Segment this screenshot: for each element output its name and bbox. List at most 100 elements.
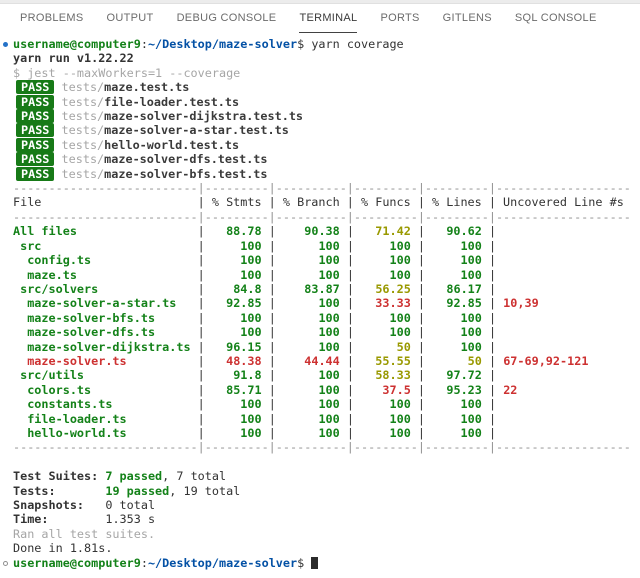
terminal-text: | <box>340 368 354 382</box>
terminal-text <box>276 368 319 382</box>
terminal-text: 100 <box>318 239 339 253</box>
tab-terminal[interactable]: TERMINAL <box>299 4 357 33</box>
terminal-text: hello-world.ts <box>13 426 127 440</box>
terminal-text <box>205 368 233 382</box>
terminal-text: 100 <box>318 383 339 397</box>
terminal-line: Ran all test suites. <box>13 527 640 541</box>
terminal-text: | <box>340 426 354 440</box>
terminal-text <box>276 224 304 238</box>
tab-problems[interactable]: PROBLEMS <box>20 4 84 33</box>
terminal-text: maze-solver-dijkstra.ts <box>13 340 191 354</box>
terminal-text: 100 <box>318 340 339 354</box>
terminal-text: | <box>482 397 496 411</box>
terminal-text: 100 <box>240 426 261 440</box>
terminal-text: File | % Stmts | % Branch | % Funcs | % … <box>13 195 631 209</box>
terminal-text: maze-solver-dfs.test.ts <box>104 152 267 166</box>
terminal-text: 37.5 <box>382 383 410 397</box>
terminal-text: 100 <box>318 311 339 325</box>
terminal-text <box>276 354 304 368</box>
terminal-text: 100 <box>389 325 410 339</box>
terminal-text <box>205 426 241 440</box>
terminal-text: 100 <box>240 239 261 253</box>
terminal-line: username@computer9:~/Desktop/maze-solver… <box>13 37 640 51</box>
terminal-text: 58.33 <box>375 368 411 382</box>
terminal-text: 96.15 <box>226 340 262 354</box>
terminal-text: 100 <box>318 253 339 267</box>
terminal-text: | <box>84 368 205 382</box>
pass-badge: PASS <box>16 109 54 123</box>
tab-sql-console[interactable]: SQL CONSOLE <box>515 4 597 33</box>
terminal-text: | <box>77 224 205 238</box>
terminal-text: --------------------------|---------|---… <box>13 181 631 195</box>
terminal-text: maze-solver-dijkstra.test.ts <box>104 109 303 123</box>
terminal-text: | <box>340 325 354 339</box>
terminal-text: 92.85 <box>446 296 482 310</box>
terminal-text: Tests: <box>13 484 105 498</box>
terminal-text: | <box>91 383 205 397</box>
terminal-line: Snapshots: 0 total <box>13 498 640 512</box>
terminal-text: | <box>411 296 425 310</box>
pass-badge: PASS <box>16 95 54 109</box>
terminal-text <box>54 109 61 123</box>
terminal-text: 100 <box>240 253 261 267</box>
terminal-text: src/solvers <box>13 282 98 296</box>
terminal-text: 100 <box>461 268 482 282</box>
table-header-row: File | % Stmts | % Branch | % Funcs | % … <box>13 195 640 209</box>
terminal-text: | <box>482 311 496 325</box>
terminal-text: | <box>411 325 425 339</box>
terminal-text: | <box>262 426 276 440</box>
terminal-text: | <box>77 268 205 282</box>
terminal-text: | <box>340 383 354 397</box>
terminal-text <box>205 268 241 282</box>
terminal-line: PASS tests/maze-solver-bfs.test.ts <box>13 167 640 181</box>
terminal-text: | <box>155 325 205 339</box>
terminal-text: 100 <box>318 426 339 440</box>
coverage-row: src/solvers | 84.8 | 83.87 | 56.25 | 86.… <box>13 282 640 296</box>
terminal-line: PASS tests/maze-solver-a-star.test.ts <box>13 123 640 137</box>
terminal-text: 85.71 <box>226 383 262 397</box>
terminal-text: Test Suites: <box>13 469 105 483</box>
coverage-row: maze-solver-bfs.ts | 100 | 100 | 100 | 1… <box>13 311 640 325</box>
tab-ports[interactable]: PORTS <box>380 4 419 33</box>
terminal-text: 1.353 s <box>105 512 155 526</box>
terminal-text: | <box>411 354 425 368</box>
terminal-text: : <box>141 37 148 51</box>
terminal-text <box>425 397 461 411</box>
terminal-text <box>276 239 319 253</box>
tab-gitlens[interactable]: GITLENS <box>443 4 492 33</box>
command-decoration-icon[interactable] <box>3 42 8 47</box>
terminal-output[interactable]: username@computer9:~/Desktop/maze-solver… <box>0 33 640 570</box>
terminal-text: Snapshots: <box>13 498 105 512</box>
command-decoration-icon[interactable] <box>3 561 8 566</box>
terminal-text: | <box>411 253 425 267</box>
terminal-text: | <box>482 253 496 267</box>
terminal-text <box>205 325 241 339</box>
terminal-text: maze-solver-a-star.test.ts <box>104 123 289 137</box>
terminal-text <box>205 383 226 397</box>
terminal-text: | <box>127 412 205 426</box>
terminal-text: | <box>482 426 496 440</box>
coverage-row: maze-solver-a-star.ts | 92.85 | 100 | 33… <box>13 296 640 310</box>
terminal-text <box>425 296 446 310</box>
panel-tab-bar: PROBLEMS OUTPUT DEBUG CONSOLE TERMINAL PORTS… <box>0 4 640 33</box>
terminal-text: 100 <box>461 325 482 339</box>
terminal-text <box>276 412 319 426</box>
terminal-text <box>276 268 319 282</box>
terminal-text: file-loader.ts <box>13 412 127 426</box>
terminal-text: --------------------------|---------|---… <box>13 440 631 454</box>
terminal-text: 7 passed <box>105 469 162 483</box>
terminal-text: | <box>262 253 276 267</box>
tab-output[interactable]: OUTPUT <box>107 4 154 33</box>
tab-debug-console[interactable]: DEBUG CONSOLE <box>177 4 277 33</box>
terminal-text: | <box>191 340 205 354</box>
terminal-text <box>425 239 461 253</box>
terminal-text <box>425 383 446 397</box>
terminal-text: | <box>41 239 204 253</box>
coverage-row: maze.ts | 100 | 100 | 100 | 100 | <box>13 268 640 282</box>
pass-badge: PASS <box>16 167 54 181</box>
terminal-text: | <box>340 340 354 354</box>
terminal-text: 100 <box>240 311 261 325</box>
terminal-text: 84.8 <box>233 282 261 296</box>
terminal-text: 19 passed <box>105 484 169 498</box>
terminal-text <box>276 296 319 310</box>
